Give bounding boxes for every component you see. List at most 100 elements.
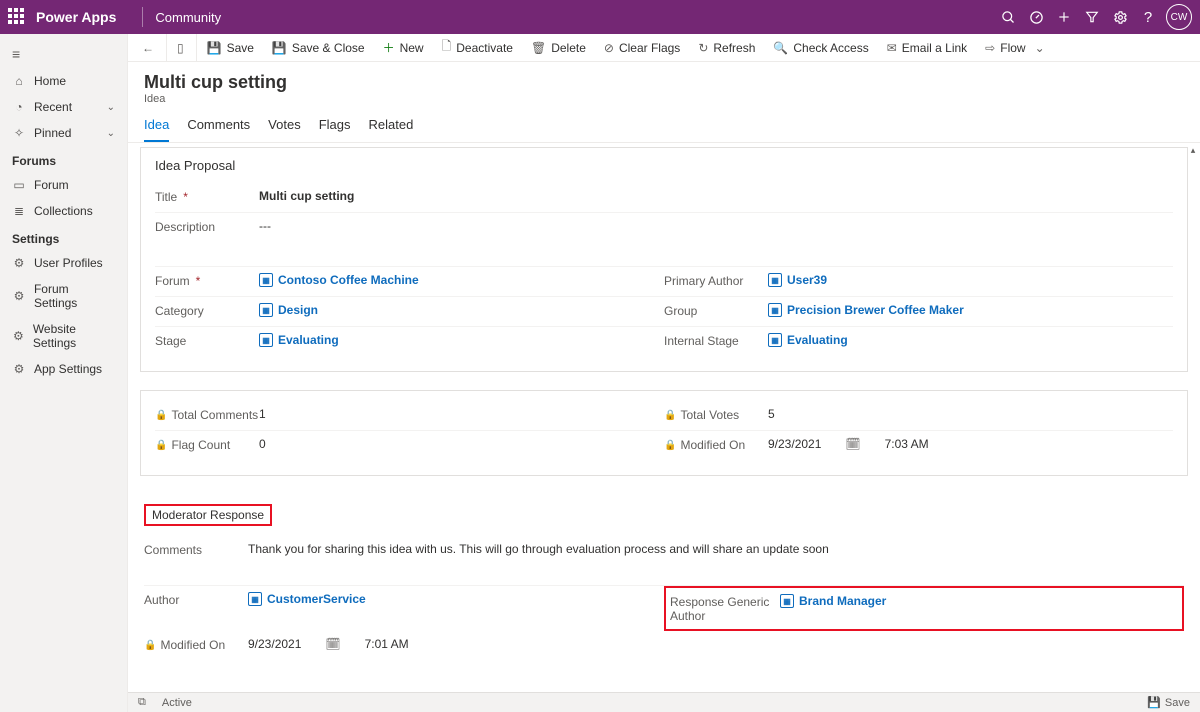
cmd-label: Refresh (713, 41, 755, 55)
lookup-text: Evaluating (787, 333, 848, 347)
tab-votes[interactable]: Votes (268, 117, 301, 142)
back-button[interactable]: ← (134, 34, 162, 61)
date-text: 9/23/2021 (248, 637, 301, 651)
status-save-button[interactable]: 💾Save (1147, 696, 1190, 709)
sidebar-toggle[interactable]: ≡ (0, 40, 127, 68)
noflag-icon: ⊘ (604, 41, 614, 55)
lock-icon: 🔒 (155, 410, 167, 421)
lookup-text: CustomerService (267, 592, 366, 606)
modified-on-value: 9/23/2021 🗓 7:03 AM (768, 437, 1173, 451)
form-tabs: Idea Comments Votes Flags Related (128, 105, 1200, 143)
field-label: Group (664, 304, 697, 318)
cmd-label: Save & Close (292, 41, 365, 55)
scrollbar[interactable]: ▴ (1186, 143, 1200, 712)
tab-comments[interactable]: Comments (187, 117, 250, 142)
gear-icon: ⚙ (12, 329, 25, 343)
trash-icon: 🗑 (531, 41, 546, 55)
forum-lookup[interactable]: ▦Contoso Coffee Machine (259, 273, 419, 287)
time-text: 7:01 AM (365, 637, 409, 651)
sidebar-label: App Settings (34, 362, 102, 376)
sidebar-label: User Profiles (34, 256, 103, 270)
tab-related[interactable]: Related (369, 117, 414, 142)
tab-flags[interactable]: Flags (319, 117, 351, 142)
status-bar: ⧉ Active 💾Save (128, 692, 1200, 712)
field-label: Total Votes (680, 408, 739, 422)
chevron-down-icon: ⌄ (107, 128, 115, 139)
save-icon: 💾 (1147, 696, 1161, 709)
section-stats: 🔒Total Comments 1 🔒Flag Count 0 🔒Total V… (140, 390, 1188, 476)
section-heading: Idea Proposal (155, 158, 1173, 173)
new-button[interactable]: ＋New (375, 34, 432, 61)
save-button[interactable]: 💾Save (196, 34, 262, 61)
sidebar: ≡ ⌂Home ◔Recent⌄ ✧Pinned⌄ Forums ▭Forum … (0, 34, 128, 712)
forum-icon: ▭ (12, 178, 26, 192)
field-label: Total Comments (171, 408, 258, 422)
user-avatar[interactable]: CW (1166, 4, 1192, 30)
form-body: ▴ Idea Proposal Title* Multi cup setting… (128, 143, 1200, 712)
sidebar-item-forum[interactable]: ▭ Forum (0, 172, 127, 198)
cmd-label: Check Access (793, 41, 868, 55)
open-pane-icon[interactable]: ⧉ (138, 696, 146, 709)
date-text: 9/23/2021 (768, 437, 821, 451)
sidebar-label: Forum (34, 178, 69, 192)
lookup-text: Brand Manager (799, 594, 886, 608)
environment-label[interactable]: Community (155, 10, 221, 25)
help-icon[interactable]: ? (1134, 3, 1162, 31)
highlight-moderator-response: Moderator Response (144, 504, 272, 526)
stage-lookup[interactable]: ▦Evaluating (259, 333, 339, 347)
search-icon[interactable] (994, 3, 1022, 31)
flow-icon: ⇨ (985, 41, 995, 55)
mod-comments-value[interactable]: Thank you for sharing this idea with us.… (248, 542, 1184, 556)
sidebar-item-website-settings[interactable]: ⚙Website Settings (0, 316, 127, 356)
field-label: Description (155, 220, 215, 234)
field-label: Modified On (680, 438, 745, 452)
check-access-button[interactable]: 🔍Check Access (765, 34, 876, 61)
internal-stage-lookup[interactable]: ▦Evaluating (768, 333, 848, 347)
brand-label: Power Apps (36, 9, 116, 25)
mail-icon: ✉ (887, 41, 897, 55)
sidebar-item-pinned[interactable]: ✧Pinned⌄ (0, 120, 127, 146)
email-link-button[interactable]: ✉Email a Link (879, 34, 975, 61)
sidebar-group-forums: Forums (0, 146, 127, 172)
primary-author-lookup[interactable]: ▦User39 (768, 273, 827, 287)
filter-icon[interactable] (1078, 3, 1106, 31)
list-icon: ≣ (12, 204, 26, 218)
title-value[interactable]: Multi cup setting (259, 189, 1173, 203)
group-lookup[interactable]: ▦ Precision Brewer Coffee Maker (768, 303, 964, 317)
gear-icon: ⚙ (12, 256, 26, 270)
sidebar-item-home[interactable]: ⌂Home (0, 68, 127, 94)
sidebar-item-app-settings[interactable]: ⚙App Settings (0, 356, 127, 382)
settings-icon[interactable] (1106, 3, 1134, 31)
sidebar-item-recent[interactable]: ◔Recent⌄ (0, 94, 127, 120)
field-label: Title (155, 190, 177, 204)
response-generic-author-lookup[interactable]: ▦Brand Manager (780, 594, 886, 608)
total-comments-value: 1 (259, 407, 664, 421)
tab-idea[interactable]: Idea (144, 117, 169, 142)
sidebar-item-forum-settings[interactable]: ⚙Forum Settings (0, 276, 127, 316)
cmd-label: Clear Flags (619, 41, 680, 55)
cmd-label: Save (227, 41, 254, 55)
mod-author-lookup[interactable]: ▦CustomerService (248, 592, 366, 606)
save-close-button[interactable]: 💾Save & Close (264, 34, 373, 61)
timer-icon[interactable] (1022, 3, 1050, 31)
clear-flags-button[interactable]: ⊘ Clear Flags (596, 34, 688, 61)
sidebar-item-collections[interactable]: ≣Collections (0, 198, 127, 224)
flow-button[interactable]: ⇨Flow⌄ (977, 34, 1052, 61)
lookup-text: Evaluating (278, 333, 339, 347)
sidebar-item-user-profiles[interactable]: ⚙ User Profiles (0, 250, 127, 276)
cmd-label: Deactivate (456, 41, 513, 55)
app-launcher-icon[interactable] (8, 8, 26, 26)
deactivate-button[interactable]: 🗋Deactivate (434, 34, 521, 61)
field-label: Flag Count (171, 438, 230, 452)
description-value[interactable]: --- (259, 219, 1173, 233)
panel-button[interactable]: ▯ (166, 34, 192, 61)
entity-icon: ▦ (259, 303, 273, 317)
field-label: Primary Author (664, 274, 743, 288)
lookup-text: Design (278, 303, 318, 317)
delete-button[interactable]: 🗑Delete (523, 34, 594, 61)
category-lookup[interactable]: ▦ Design (259, 303, 318, 317)
lookup-text: Precision Brewer Coffee Maker (787, 303, 964, 317)
refresh-button[interactable]: ↻Refresh (690, 34, 763, 61)
add-icon[interactable] (1050, 3, 1078, 31)
entity-icon: ▦ (768, 303, 782, 317)
